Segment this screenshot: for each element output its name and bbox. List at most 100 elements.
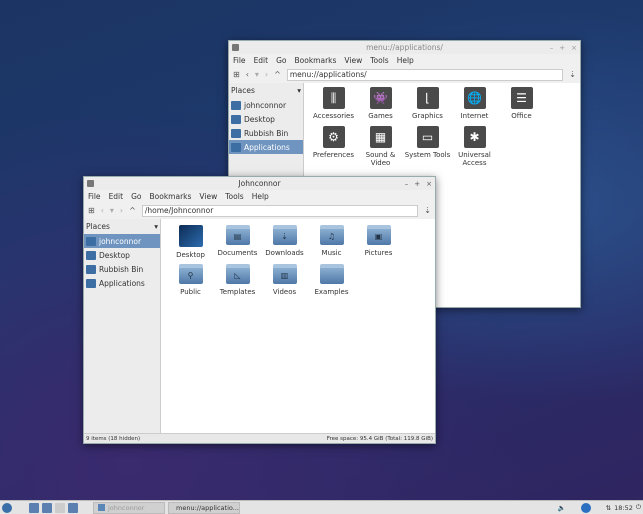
up-button[interactable]: ^ <box>274 70 281 79</box>
sidebar-item-desktop[interactable]: Desktop <box>229 112 303 126</box>
close-button[interactable]: × <box>571 44 577 52</box>
forward-button[interactable]: › <box>120 206 123 215</box>
file-item[interactable]: ▥ Videos <box>261 262 308 301</box>
sidebar-item-desktop[interactable]: Desktop <box>84 248 160 262</box>
forward-button[interactable]: › <box>265 70 268 79</box>
start-menu-icon[interactable] <box>2 502 12 513</box>
desktop-folder-icon <box>178 225 203 247</box>
folder-icon: ⇣ <box>272 225 297 245</box>
menu-go[interactable]: Go <box>276 56 286 65</box>
maximize-button[interactable]: + <box>559 44 565 52</box>
title-bar[interactable]: Johnconnor – + × <box>84 177 435 190</box>
file-item[interactable]: ⇣ Downloads <box>261 223 308 262</box>
folder-icon: ▤ <box>225 225 250 245</box>
up-button[interactable]: ^ <box>129 206 136 215</box>
gear-icon: ⚙ <box>322 126 345 148</box>
file-item[interactable]: ⚙ Preferences <box>310 126 357 165</box>
back-button[interactable]: ‹ <box>246 70 249 79</box>
place-icon <box>231 142 241 152</box>
menu-bookmarks[interactable]: Bookmarks <box>295 56 337 65</box>
file-item[interactable]: ⚲ Public <box>167 262 214 301</box>
file-item[interactable]: ☰ Office <box>498 87 545 126</box>
back-button[interactable]: ‹ <box>101 206 104 215</box>
menu-edit[interactable]: Edit <box>109 192 124 201</box>
task-applications[interactable]: menu://applicatio... <box>168 501 240 514</box>
file-item[interactable]: 👾 Games <box>357 87 404 126</box>
title-bar[interactable]: menu://applications/ – + × <box>229 41 580 54</box>
network-icon[interactable]: ⇅ <box>606 504 611 512</box>
file-item[interactable]: ▤ Documents <box>214 223 261 262</box>
file-item[interactable]: ✱ Universal Access <box>451 126 498 167</box>
sidebar-item-applications[interactable]: Applications <box>84 276 160 290</box>
place-icon <box>86 250 96 260</box>
sidebar-item-applications[interactable]: Applications <box>229 140 303 154</box>
power-icon[interactable]: ⏻ <box>636 503 641 512</box>
file-item[interactable]: ⌊ Graphics <box>404 87 451 126</box>
history-button[interactable]: ▾ <box>255 70 259 79</box>
close-button[interactable]: × <box>426 180 432 188</box>
sidebar-item-label: Applications <box>244 142 290 152</box>
sidebar-item-label: johnconnor <box>244 100 287 110</box>
file-label: Internet <box>460 112 489 120</box>
window-title: Johnconnor <box>238 179 281 188</box>
menu-tools[interactable]: Tools <box>370 56 388 65</box>
file-item[interactable]: Desktop <box>167 223 214 262</box>
menu-edit[interactable]: Edit <box>254 56 269 65</box>
hp-logo-icon[interactable] <box>580 502 591 513</box>
menu-help[interactable]: Help <box>252 192 269 201</box>
places-header[interactable]: Places ▾ <box>84 221 160 234</box>
file-item[interactable]: ⫼ Accessories <box>310 87 357 126</box>
menu-help[interactable]: Help <box>397 56 414 65</box>
menu-tools[interactable]: Tools <box>225 192 243 201</box>
sidebar-item-johnconnor[interactable]: johnconnor <box>229 98 303 112</box>
menu-view[interactable]: View <box>344 56 362 65</box>
file-item[interactable]: 🌐 Internet <box>451 87 498 126</box>
graphics-icon: ⌊ <box>416 87 439 109</box>
chevron-down-icon: ▾ <box>297 86 301 95</box>
volume-icon[interactable]: 🔈 <box>558 504 566 512</box>
menu-file[interactable]: File <box>233 56 246 65</box>
folder-icon: ♫ <box>319 225 344 245</box>
sidebar-item-label: Applications <box>99 278 145 288</box>
chevron-down-icon: ▾ <box>154 222 158 231</box>
file-label: Templates <box>219 288 256 296</box>
file-item[interactable]: ▦ Sound & Video <box>357 126 404 167</box>
file-item[interactable]: ▣ Pictures <box>355 223 402 262</box>
clock[interactable]: 18:52 <box>614 504 633 512</box>
browser-launcher-icon[interactable] <box>42 502 52 513</box>
menu-view[interactable]: View <box>199 192 217 201</box>
path-input[interactable]: menu://applications/ <box>286 68 564 81</box>
new-tab-icon[interactable]: ⊞ <box>233 70 240 79</box>
sidebar-item-label: Desktop <box>244 114 275 124</box>
sidebar-item-rubbish-bin[interactable]: Rubbish Bin <box>84 262 160 276</box>
menu-file[interactable]: File <box>88 192 101 201</box>
places-header[interactable]: Places ▾ <box>229 85 303 98</box>
folder-icon: ▣ <box>366 225 391 245</box>
place-icon <box>86 236 96 246</box>
file-item[interactable]: ♫ Music <box>308 223 355 262</box>
terminal-launcher-icon[interactable] <box>55 502 65 513</box>
menu-bookmarks[interactable]: Bookmarks <box>150 192 192 201</box>
history-button[interactable]: ▾ <box>110 206 114 215</box>
file-item[interactable]: ◺ Templates <box>214 262 261 301</box>
sidebar-item-rubbish-bin[interactable]: Rubbish Bin <box>229 126 303 140</box>
file-item[interactable]: ▭ System Tools <box>404 126 451 165</box>
minimize-button[interactable]: – <box>405 180 409 188</box>
office-icon: ☰ <box>510 87 533 109</box>
show-desktop-icon[interactable] <box>68 502 78 513</box>
task-home[interactable]: johnconnor <box>93 501 165 514</box>
minimize-button[interactable]: – <box>550 44 554 52</box>
file-label: Graphics <box>412 112 443 120</box>
sidebar-item-johnconnor[interactable]: johnconnor <box>84 234 160 248</box>
maximize-button[interactable]: + <box>414 180 420 188</box>
menu-go[interactable]: Go <box>131 192 141 201</box>
file-label: Examples <box>314 288 349 296</box>
go-button[interactable]: ⇣ <box>569 70 576 79</box>
file-item[interactable]: Examples <box>308 262 355 301</box>
go-button[interactable]: ⇣ <box>424 206 431 215</box>
task-label: johnconnor <box>108 503 145 512</box>
file-manager-launcher-icon[interactable] <box>29 502 39 513</box>
games-icon: 👾 <box>369 87 392 109</box>
path-input[interactable]: /home/Johnconnor <box>141 204 419 217</box>
new-tab-icon[interactable]: ⊞ <box>88 206 95 215</box>
